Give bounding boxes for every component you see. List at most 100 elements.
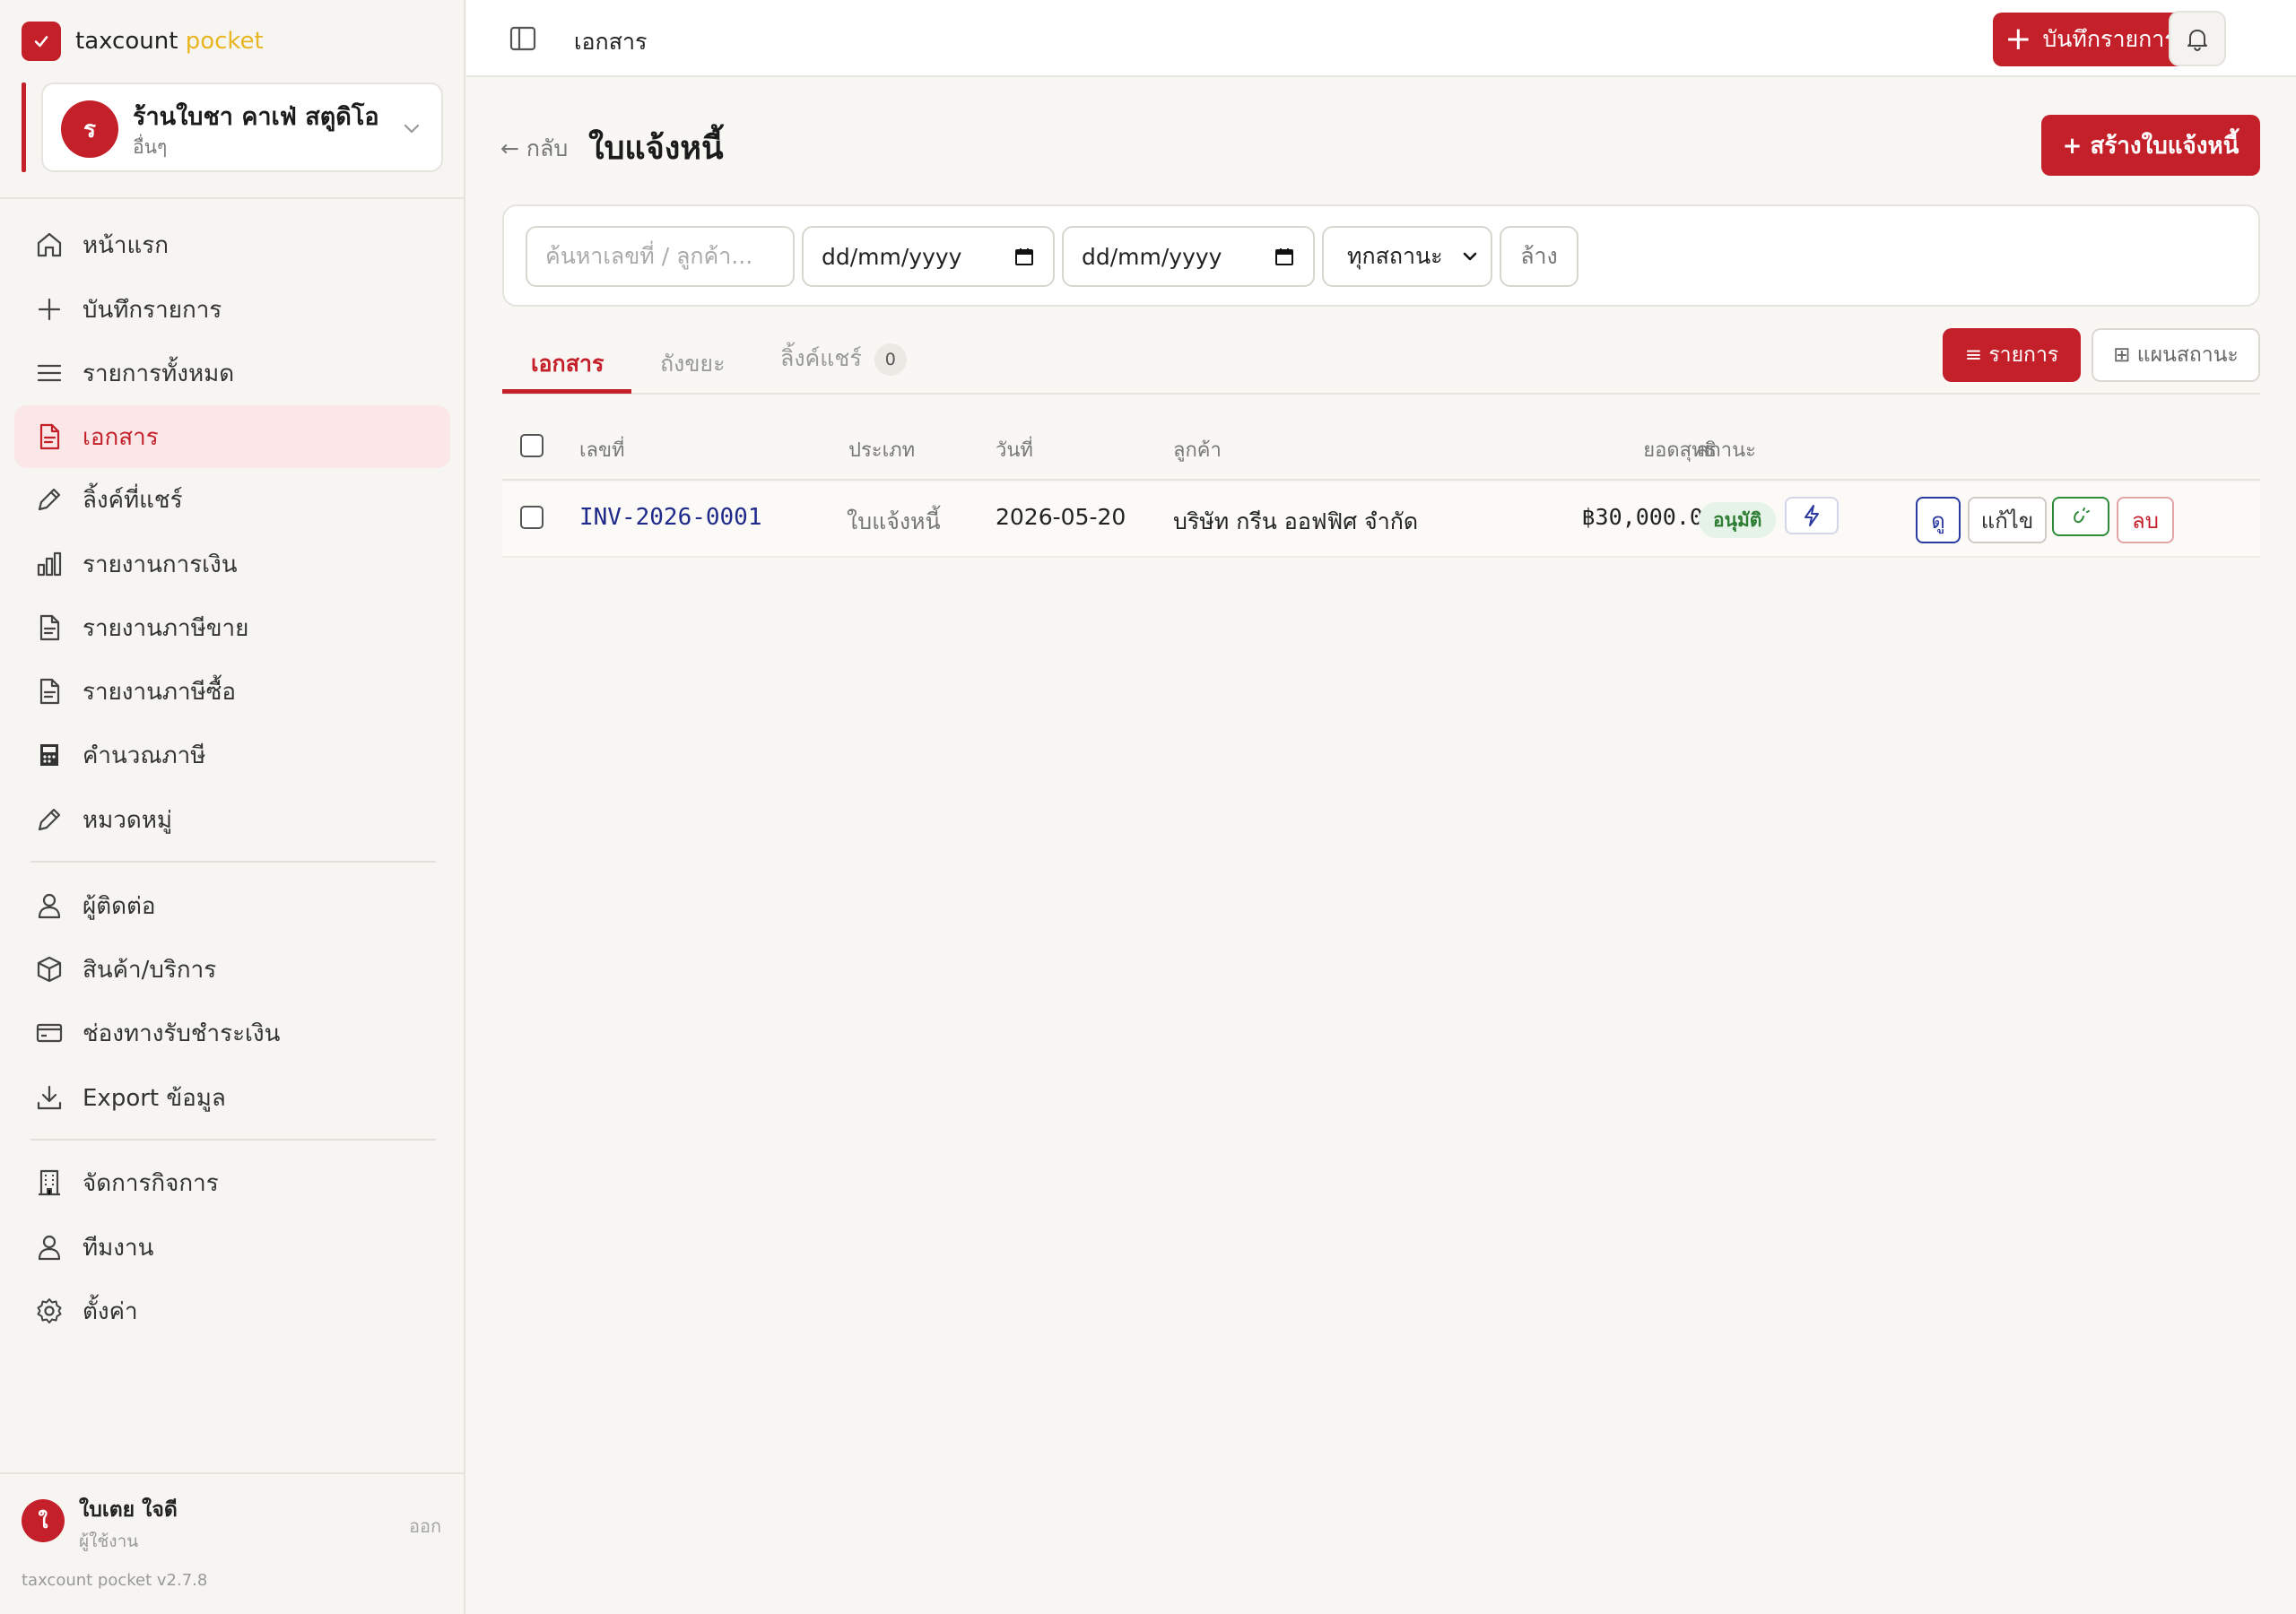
board-view-button[interactable]: ⊞ แผนสถานะ xyxy=(2092,328,2260,382)
page-title: ใบแจ้งหนี้ xyxy=(588,130,724,167)
sidebar-item-documents[interactable]: เอกสาร xyxy=(14,405,450,468)
sidebar-separator xyxy=(30,861,436,863)
status-badge: อนุมัติ xyxy=(1699,502,1777,538)
sidebar-item-label: หน้าแรก xyxy=(83,231,169,259)
sidebar-item-label: ลิ้งค์ที่แชร์ xyxy=(83,486,183,514)
plus-icon xyxy=(38,298,61,321)
sidebar-item-manage-business[interactable]: จัดการกิจการ xyxy=(14,1151,450,1214)
column-header-status[interactable]: สถานะ xyxy=(1697,434,1756,465)
brand-logo-icon xyxy=(22,22,61,61)
user-role: ผู้ใช้งาน xyxy=(79,1532,139,1551)
status-select[interactable]: ทุกสถานะ xyxy=(1322,226,1492,287)
tab-trash[interactable]: ถังขยะ xyxy=(660,346,726,382)
list-view-button[interactable]: ≡ รายการ xyxy=(1943,328,2081,382)
sidebar-item-label: รายงานภาษีซื้อ xyxy=(83,678,237,706)
sidebar-item-record[interactable]: บันทึกรายการ xyxy=(14,278,450,341)
date-from-input[interactable]: dd/mm/yyyy xyxy=(802,226,1055,287)
search-input[interactable]: ค้นหาเลขที่ / ลูกค้า... xyxy=(526,226,795,287)
calendar-icon xyxy=(1015,248,1033,265)
calculator-icon xyxy=(40,744,58,766)
sidebar-item-share-links[interactable]: ลิ้งค์ที่แชร์ xyxy=(14,468,450,531)
sidebar-item-purchase-tax-report[interactable]: รายงานภาษีซื้อ xyxy=(14,660,450,723)
sidebar: taxcount pocket ร ร้านใบชา คาเฟ่ สตูดิโอ… xyxy=(0,0,465,1614)
quick-action-button[interactable] xyxy=(1785,497,1839,534)
active-tab-indicator xyxy=(502,389,631,394)
bar-chart-icon xyxy=(37,551,62,577)
sidebar-item-tax-calc[interactable]: คำนวณภาษี xyxy=(14,724,450,786)
sidebar-item-home[interactable]: หน้าแรก xyxy=(14,213,450,276)
calendar-icon xyxy=(1275,248,1293,265)
tab-documents[interactable]: เอกสาร xyxy=(531,346,604,382)
chevron-down-icon xyxy=(400,117,423,140)
sidebar-item-categories[interactable]: หมวดหมู่ xyxy=(14,788,450,851)
notifications-button[interactable] xyxy=(2169,11,2226,66)
sidebar-item-label: เอกสาร xyxy=(83,423,159,451)
user-name: ใบเตย ใจดี xyxy=(79,1498,178,1522)
user-icon xyxy=(38,893,61,919)
sidebar-item-label: คำนวณภาษี xyxy=(83,742,206,769)
edit-button[interactable]: แก้ไข xyxy=(1968,497,2047,543)
topbar: เอกสาร + บันทึกรายการ xyxy=(466,0,2296,77)
chevron-down-icon xyxy=(1463,252,1477,261)
sidebar-item-settings[interactable]: ตั้งค่า xyxy=(14,1280,450,1342)
sidebar-toggle-button[interactable] xyxy=(508,23,538,54)
business-switcher[interactable]: ร ร้านใบชา คาเฟ่ สตูดิโอ อื่นๆ xyxy=(41,82,443,172)
column-header-customer[interactable]: ลูกค้า xyxy=(1173,434,1222,465)
column-header-number[interactable]: เลขที่ xyxy=(579,434,625,465)
sidebar-item-sales-tax-report[interactable]: รายงานภาษีขาย xyxy=(14,596,450,659)
clear-filters-button[interactable]: ล้าง xyxy=(1500,226,1578,287)
tab-shared-links-label: ลิ้งค์แชร์ xyxy=(780,345,862,371)
credit-card-icon xyxy=(36,1023,63,1043)
row-checkbox[interactable] xyxy=(520,506,544,529)
sidebar-item-contacts[interactable]: ผู้ติดต่อ xyxy=(14,874,450,937)
user-avatar[interactable]: ใ xyxy=(22,1499,65,1542)
sidebar-item-label: บันทึกรายการ xyxy=(83,296,222,324)
sidebar-item-finance-report[interactable]: รายงานการเงิน xyxy=(14,533,450,595)
app-version: taxcount pocket v2.7.8 xyxy=(22,1571,208,1590)
sidebar-item-export[interactable]: Export ข้อมูล xyxy=(14,1066,450,1129)
list-icon xyxy=(37,364,62,382)
record-button[interactable]: + บันทึกรายการ xyxy=(1993,13,2188,66)
box-icon xyxy=(37,956,62,983)
sidebar-item-team[interactable]: ทีมงาน xyxy=(14,1216,450,1279)
sidebar-item-label: รายงานภาษีขาย xyxy=(83,614,249,642)
sidebar-item-payment-channels[interactable]: ช่องทางรับชำระเงิน xyxy=(14,1002,450,1064)
document-icon xyxy=(39,423,60,450)
sidebar-item-label: รายการทั้งหมด xyxy=(83,360,235,387)
bell-icon xyxy=(2187,30,2207,51)
plus-icon: + xyxy=(2005,21,2032,57)
sidebar-item-label: หมวดหมู่ xyxy=(83,806,173,834)
download-icon xyxy=(37,1085,62,1110)
select-all-checkbox[interactable] xyxy=(520,434,544,457)
sidebar-item-products[interactable]: สินค้า/บริการ xyxy=(14,938,450,1001)
brand[interactable]: taxcount pocket xyxy=(22,22,264,61)
shared-count-badge: 0 xyxy=(874,343,907,376)
share-link-button[interactable] xyxy=(2052,497,2109,536)
sidebar-item-label: Export ข้อมูล xyxy=(83,1084,226,1112)
column-header-type[interactable]: ประเภท xyxy=(848,434,915,465)
pencil-icon xyxy=(38,488,61,511)
invoice-number-link[interactable]: INV-2026-0001 xyxy=(579,504,762,531)
document-date: 2026-05-20 xyxy=(996,504,1126,530)
logout-button[interactable]: ออก xyxy=(409,1512,441,1540)
sidebar-item-all-items[interactable]: รายการทั้งหมด xyxy=(14,342,450,404)
record-button-label: บันทึกรายการ xyxy=(2042,26,2177,52)
column-header-date[interactable]: วันที่ xyxy=(996,434,1033,465)
table-row[interactable]: INV-2026-0001 ใบแจ้งหนี้ 2026-05-20 บริษ… xyxy=(502,482,2260,558)
pencil-icon xyxy=(38,808,61,831)
building-icon xyxy=(39,1169,60,1196)
tab-shared-links[interactable]: ลิ้งค์แชร์ 0 xyxy=(780,341,907,377)
date-to-input[interactable]: dd/mm/yyyy xyxy=(1062,226,1315,287)
filter-bar: ค้นหาเลขที่ / ลูกค้า... dd/mm/yyyy dd/mm… xyxy=(502,204,2260,307)
sidebar-item-label: ผู้ติดต่อ xyxy=(83,892,156,920)
view-button[interactable]: ดู xyxy=(1916,497,1961,543)
back-link[interactable]: ← กลับ xyxy=(500,131,568,167)
delete-button[interactable]: ลบ xyxy=(2117,497,2174,543)
business-avatar: ร xyxy=(61,100,118,158)
customer-name: บริษัท กรีน ออฟฟิศ จำกัด xyxy=(1173,508,1419,534)
link-icon xyxy=(2074,508,2090,524)
document-icon xyxy=(39,678,60,705)
create-invoice-button[interactable]: + สร้างใบแจ้งหนี้ xyxy=(2041,115,2260,176)
net-amount: ฿30,000.00 xyxy=(1581,504,1717,530)
business-type: อื่นๆ xyxy=(133,136,168,158)
